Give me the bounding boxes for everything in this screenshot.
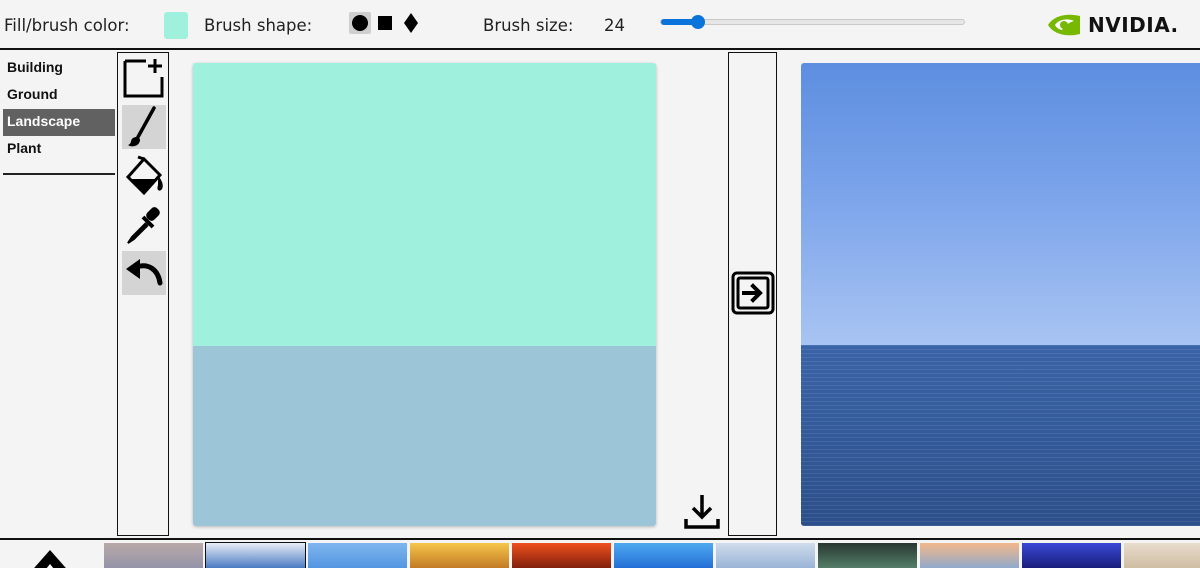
style-thumbnail[interactable] — [104, 543, 203, 568]
undo-button[interactable] — [122, 251, 166, 295]
nvidia-logo: NVIDIA. — [1046, 10, 1179, 40]
fill-tool-button[interactable] — [122, 155, 166, 199]
new-canvas-button[interactable] — [122, 55, 166, 99]
brush-shape-square-button[interactable] — [374, 12, 396, 34]
paint-bucket-icon — [125, 155, 163, 196]
category-list: Building Ground Landscape Plant — [3, 55, 115, 175]
canvas-region-sea[interactable] — [193, 346, 656, 526]
new-canvas-icon — [123, 59, 164, 98]
random-style-icon[interactable] — [10, 544, 90, 568]
arrow-right-icon — [731, 271, 775, 315]
style-thumbnail[interactable] — [410, 543, 509, 568]
style-thumbnail[interactable] — [614, 543, 713, 568]
brush-tool-button[interactable] — [122, 105, 166, 149]
undo-icon — [126, 259, 163, 286]
category-item-plant[interactable]: Plant — [3, 136, 115, 163]
generate-button[interactable] — [731, 271, 775, 315]
style-thumbnail[interactable] — [308, 543, 407, 568]
nvidia-eye-icon — [1048, 14, 1080, 36]
download-button[interactable] — [682, 491, 722, 531]
canvas-region-sky[interactable] — [193, 63, 656, 346]
brush-shape-label: Brush shape: — [204, 16, 313, 35]
style-thumbnail[interactable] — [920, 543, 1019, 568]
eyedropper-tool-button[interactable] — [122, 203, 166, 247]
category-item-landscape[interactable]: Landscape — [3, 109, 115, 136]
brush-size-value: 24 — [604, 16, 625, 35]
generate-panel — [728, 52, 777, 536]
download-icon — [684, 495, 720, 529]
app-root: Fill/brush color: Brush shape: Brush siz… — [0, 0, 1200, 568]
style-thumbnail[interactable] — [205, 542, 306, 568]
fill-color-swatch[interactable] — [164, 12, 188, 39]
generated-output-image — [801, 63, 1200, 526]
eyedropper-icon — [127, 207, 160, 244]
brush-size-slider-thumb[interactable] — [690, 15, 705, 29]
brush-size-slider[interactable] — [660, 15, 965, 29]
output-sea-waves — [801, 345, 1200, 526]
style-thumbnail[interactable] — [1022, 543, 1121, 568]
category-item-building[interactable]: Building — [3, 55, 115, 82]
circle-icon — [352, 15, 368, 31]
category-item-ground[interactable]: Ground — [3, 82, 115, 109]
diamond-icon — [404, 13, 418, 33]
tool-palette — [117, 52, 169, 536]
brush-shape-diamond-button[interactable] — [401, 12, 421, 34]
brush-icon — [128, 106, 156, 147]
style-thumbnail[interactable] — [716, 543, 815, 568]
style-thumbnail[interactable] — [512, 543, 611, 568]
nvidia-wordmark: NVIDIA. — [1088, 13, 1179, 37]
output-sky — [801, 63, 1200, 345]
brush-size-label: Brush size: — [483, 16, 574, 35]
square-icon — [378, 16, 392, 30]
style-thumbnail-strip — [0, 540, 1200, 568]
brush-shape-circle-button[interactable] — [349, 12, 371, 34]
top-toolbar: Fill/brush color: Brush shape: Brush siz… — [0, 0, 1200, 50]
fill-color-label: Fill/brush color: — [4, 16, 130, 35]
style-thumbnail[interactable] — [818, 543, 917, 568]
drawing-canvas[interactable] — [193, 63, 656, 526]
style-thumbnail[interactable] — [1124, 543, 1200, 568]
